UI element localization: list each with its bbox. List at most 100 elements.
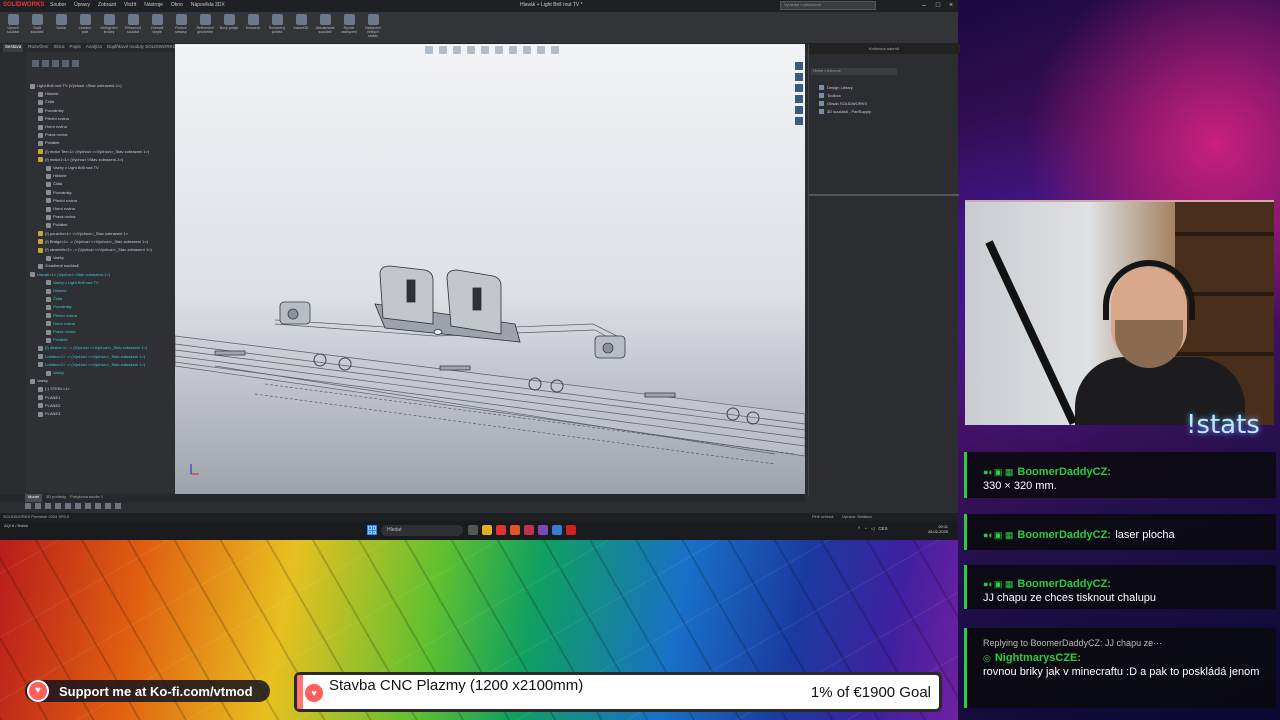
tree-item[interactable]: (-) STEEL<1>	[38, 385, 70, 393]
tree-item[interactable]: Vazby v Light Brill rout TV	[46, 279, 99, 287]
tab-motion-study[interactable]: Pohybová studie 1	[70, 494, 103, 502]
dimxpert-icon[interactable]	[62, 60, 69, 67]
taskbar-search[interactable]: Hledat	[381, 525, 463, 536]
app-icon[interactable]	[510, 525, 520, 535]
tree-item[interactable]: Přední rovina	[46, 312, 77, 320]
tool-icon[interactable]	[55, 503, 61, 509]
ribbon-button[interactable]: Zobrazit skryté	[147, 14, 167, 42]
tree-item[interactable]: PLANE3	[38, 410, 60, 418]
tree-item[interactable]: Vazby v Light Brill rout TV	[46, 164, 99, 172]
tree-item[interactable]: Počátek	[46, 336, 67, 344]
design-library-icon[interactable]	[795, 73, 803, 81]
tree-item[interactable]: Pravá rovina	[46, 328, 75, 336]
maximize-button[interactable]: □	[932, 1, 944, 10]
tree-item[interactable]: Horní rovina	[46, 320, 75, 328]
app-icon[interactable]	[552, 525, 562, 535]
ribbon-button[interactable]: Referenční geometrie	[195, 14, 215, 42]
tree-item[interactable]: Vazby	[30, 377, 48, 385]
solidworks-icon[interactable]	[566, 525, 576, 535]
ribbon-button[interactable]: Vložit součásti	[27, 14, 47, 42]
library-item[interactable]: 3D součásti - PartSupply	[819, 109, 871, 114]
tree-item[interactable]: (f) deska<1> -> (Výchozí <<Výchozí>_Stav…	[38, 344, 147, 352]
tree-item[interactable]: Pravá rovina	[38, 131, 67, 139]
chevron-up-icon[interactable]: ^	[858, 526, 860, 532]
tree-item[interactable]: Historie	[46, 172, 67, 180]
resources-icon[interactable]	[795, 62, 803, 70]
tab-skica[interactable]: Skica	[54, 44, 65, 52]
tree-item[interactable]: PLANE2	[38, 402, 60, 410]
tab-model[interactable]: Model	[25, 494, 42, 502]
file-explorer-icon[interactable]	[482, 525, 492, 535]
menu-item[interactable]: Nástroje	[144, 2, 163, 8]
tab-sestava[interactable]: Sestava	[3, 44, 24, 52]
ribbon-button[interactable]: Lineární pole	[75, 14, 95, 42]
weather-widget[interactable]: AQI 6 / Nízká	[4, 523, 28, 528]
tree-item[interactable]: Poznámky	[38, 107, 64, 115]
tab-3d-views[interactable]: 3D pohledy	[46, 494, 66, 502]
display-manager-icon[interactable]	[72, 60, 79, 67]
task-view-icon[interactable]	[468, 525, 478, 535]
menu-item[interactable]: Zobrazit	[98, 2, 116, 8]
tree-item[interactable]: Poznámky	[46, 303, 72, 311]
file-explorer-icon[interactable]	[795, 84, 803, 92]
tool-icon[interactable]	[95, 503, 101, 509]
maps-icon[interactable]	[496, 525, 506, 535]
tool-icon[interactable]	[75, 503, 81, 509]
library-item[interactable]: Obsah SOLIDWORKS	[819, 101, 867, 106]
tree-item[interactable]: Čidla	[46, 180, 62, 188]
feature-tree-icon[interactable]	[32, 60, 39, 67]
tree-item[interactable]: (f) motor1<1> (Výchozí <Stav zobrazení-1…	[38, 156, 123, 164]
ribbon-button[interactable]: Rychlé zachycení	[339, 14, 359, 42]
menu-item[interactable]: Nápověda 3DX	[191, 2, 225, 8]
tree-item[interactable]: Ložisko<2> -> (Výchozí <<Výchozí>_Stav z…	[38, 361, 145, 369]
tree-item[interactable]: (f) motor Tex<1> (Výchozí <<Výchozí>_Sta…	[38, 148, 149, 156]
tree-item[interactable]: Vazby	[46, 369, 64, 377]
menu-item[interactable]: Úpravy	[74, 2, 90, 8]
tree-item[interactable]: Horní rovina	[46, 205, 75, 213]
network-icon[interactable]: ◔	[864, 526, 867, 532]
ribbon-button[interactable]: Nastavení velkých sestav	[363, 14, 383, 42]
app-icon[interactable]	[538, 525, 548, 535]
view-palette-icon[interactable]	[795, 95, 803, 103]
tree-item[interactable]: Poznámky	[46, 189, 72, 197]
minimize-button[interactable]: –	[918, 1, 930, 10]
tree-item[interactable]: (f) pouzdro<1> <<Výchozí>_Stav zobrazení…	[38, 230, 128, 238]
command-search-input[interactable]: Vyhledat v příkazech	[780, 1, 876, 10]
library-search-input[interactable]: Hledat v knihovně	[811, 68, 897, 75]
ribbon-button[interactable]: Upravit součást	[3, 14, 23, 42]
tree-item[interactable]: Přední rovina	[38, 115, 69, 123]
tree-item[interactable]: Zrcadlené součásti	[38, 262, 79, 270]
ribbon-button[interactable]: Rozložený pohled	[267, 14, 287, 42]
tool-icon[interactable]	[35, 503, 41, 509]
tab-doplnkove-moduly[interactable]: Doplňkové moduly SOLIDWORKS	[107, 44, 176, 52]
kofi-support-banner[interactable]: ♥ Support me at Ko-fi.com/vtmod	[25, 680, 270, 702]
tree-item[interactable]: (f) Bridge<1> -> (Výchozí <<Výchozí>_Sta…	[38, 238, 148, 246]
tree-item[interactable]: Hlavák<1> (Výchozí <Stav zobrazení-1>)	[30, 271, 110, 279]
tree-item[interactable]: Čidla	[38, 98, 54, 106]
app-icon[interactable]	[524, 525, 534, 535]
tool-icon[interactable]	[105, 503, 111, 509]
menu-item[interactable]: Okno	[171, 2, 183, 8]
volume-icon[interactable]: ◁	[871, 526, 874, 532]
tab-popis[interactable]: Popis	[70, 44, 81, 52]
tree-item[interactable]: Historie	[46, 287, 67, 295]
tree-item[interactable]: Horní rovina	[38, 123, 67, 131]
custom-properties-icon[interactable]	[795, 117, 803, 125]
property-manager-icon[interactable]	[42, 60, 49, 67]
menu-item[interactable]: Soubor	[50, 2, 66, 8]
tab-analyza[interactable]: Analýza	[86, 44, 102, 52]
language-indicator[interactable]: CES	[878, 526, 887, 532]
windows-start-icon[interactable]	[367, 525, 377, 535]
tool-icon[interactable]	[65, 503, 71, 509]
tree-item[interactable]: Light Brill rout TV (Výchozí <Stav zobra…	[30, 82, 122, 90]
tree-item[interactable]: Historie	[38, 90, 59, 98]
menu-item[interactable]: Vložit	[124, 2, 136, 8]
tree-item[interactable]: PLANE1	[38, 394, 60, 402]
library-item[interactable]: Design Library	[819, 85, 853, 90]
tree-item[interactable]: Ložisko<1> -> (Výchozí <<Výchozí>_Stav z…	[38, 353, 145, 361]
close-button[interactable]: ×	[945, 1, 957, 10]
ribbon-button[interactable]: Kusovník	[243, 14, 263, 42]
ribbon-button[interactable]: Inteligentní šrouby	[99, 14, 119, 42]
taskbar-clock[interactable]: 20:11 28.02.2025	[928, 524, 948, 534]
ribbon-button[interactable]: Instant3D	[291, 14, 311, 42]
